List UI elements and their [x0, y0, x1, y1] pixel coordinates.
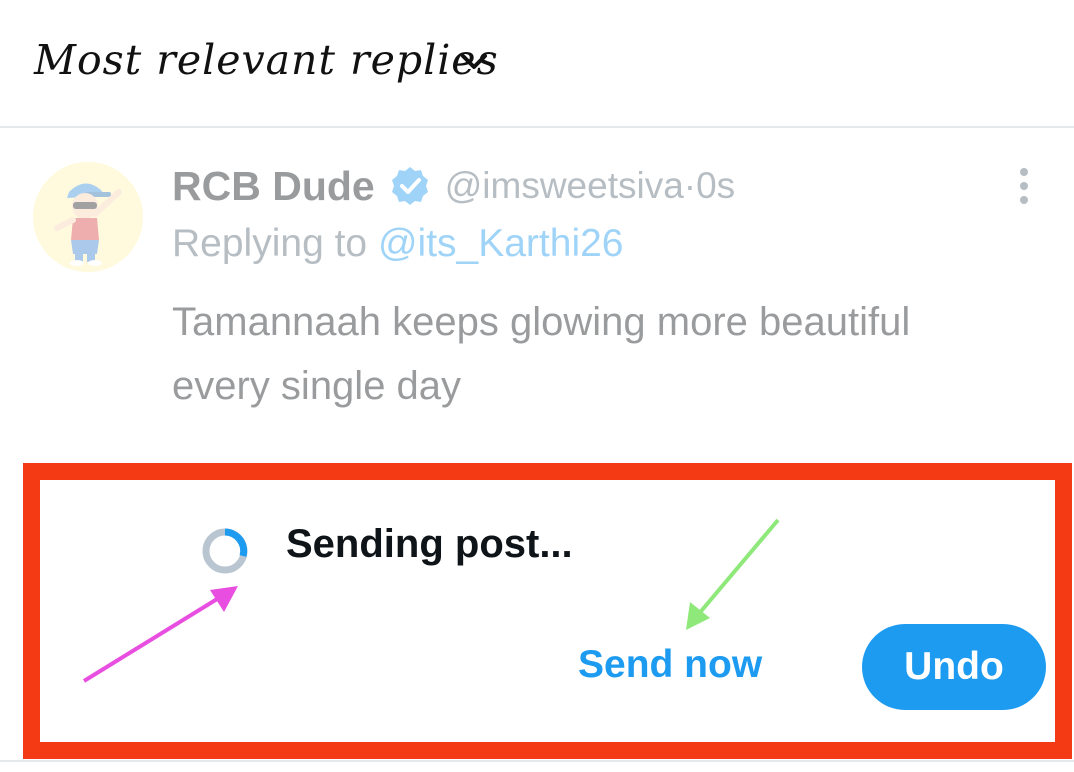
timestamp: 0s — [696, 165, 736, 206]
sending-status-text: Sending post... — [286, 522, 573, 566]
sort-selector-label[interactable]: Most relevant replies — [34, 36, 499, 84]
reply-thread-screen: Most relevant replies RCB Dude @imsweets… — [0, 0, 1074, 772]
user-handle[interactable]: @imsweetsiva — [445, 165, 684, 207]
tweet-text: Tamannaah keeps glowing more beautiful e… — [172, 300, 911, 408]
reply-tweet[interactable]: RCB Dude @imsweetsiva · 0s Replying to @… — [0, 130, 1074, 460]
replying-to-line: Replying to @its_Karthi26 — [172, 222, 624, 266]
annotation-highlight-box — [23, 463, 1072, 759]
more-vertical-icon[interactable] — [1012, 166, 1036, 206]
divider — [0, 760, 1074, 762]
avatar[interactable] — [33, 162, 143, 272]
tweet-header: RCB Dude @imsweetsiva · 0s — [172, 158, 972, 214]
cartoon-dab-avatar-icon — [33, 162, 143, 272]
loading-spinner-icon — [202, 528, 248, 574]
undo-button[interactable]: Undo — [862, 624, 1046, 710]
time-separator: · — [683, 165, 697, 206]
display-name[interactable]: RCB Dude — [172, 163, 375, 210]
verified-badge-icon — [391, 167, 428, 205]
replying-to-mention[interactable]: @its_Karthi26 — [378, 222, 624, 265]
chevron-down-icon[interactable] — [458, 50, 490, 74]
replying-to-prefix: Replying to — [172, 222, 378, 265]
send-now-button[interactable]: Send now — [578, 643, 762, 687]
replies-sort-header[interactable]: Most relevant replies — [0, 0, 1074, 128]
